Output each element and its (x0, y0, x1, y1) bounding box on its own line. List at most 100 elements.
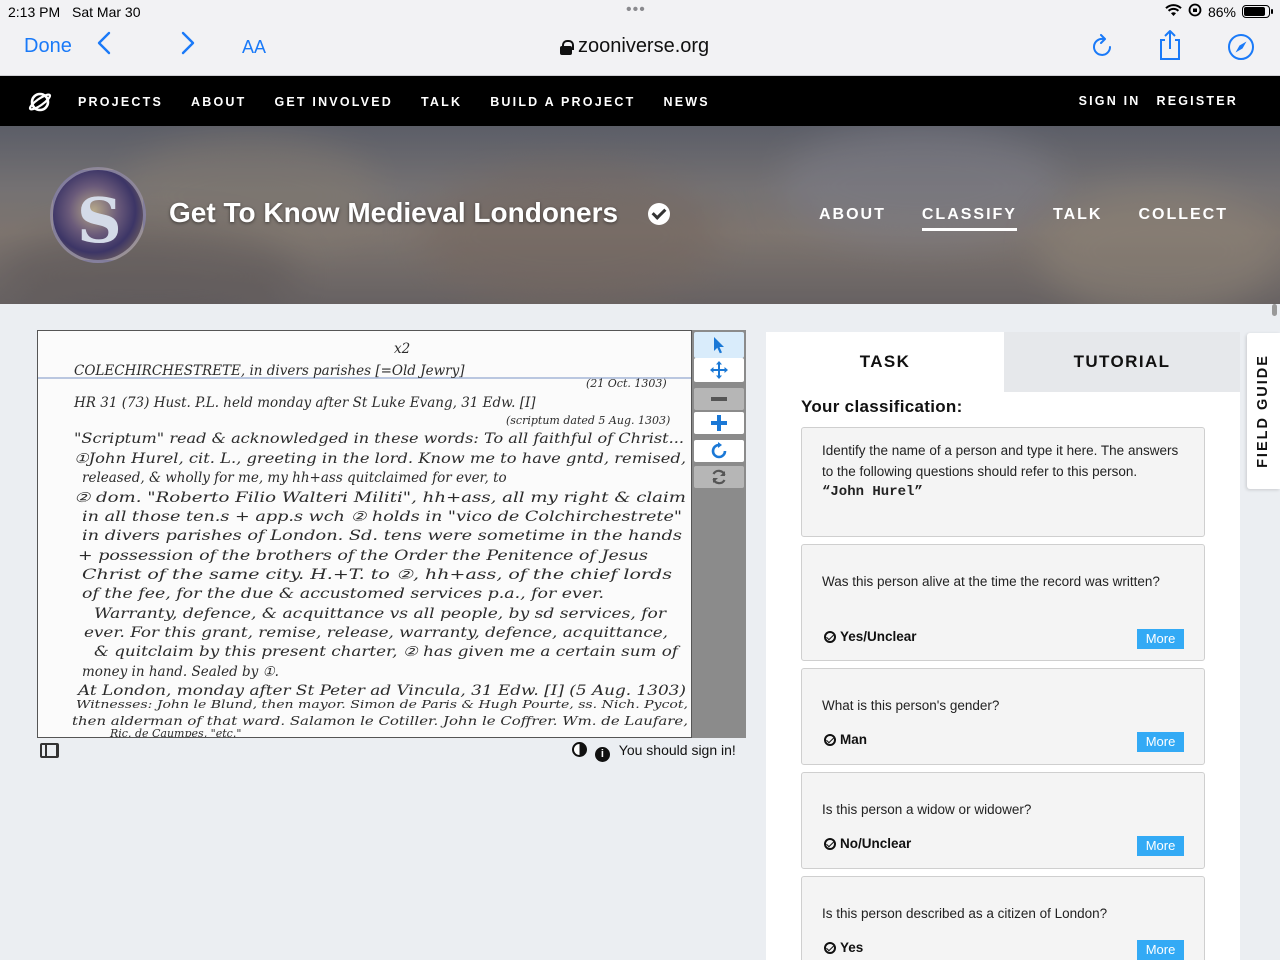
field-guide-label: FIELD GUIDE (1255, 354, 1271, 468)
summary-card: Was this person alive at the time the re… (801, 544, 1205, 661)
project-nav-classify[interactable]: CLASSIFY (921, 206, 1017, 231)
check-circle-icon (824, 630, 836, 643)
status-time: 2:13 PM (8, 4, 61, 20)
ios-status-bar: 2:13 PM Sat Mar 30 ••• 86% (0, 0, 1280, 22)
orientation-lock-icon (1188, 3, 1202, 20)
subject-line: "Scriptum" read & acknowledged in these … (74, 431, 684, 447)
nav-talk[interactable]: TALK (421, 95, 462, 109)
more-button[interactable]: More (1137, 732, 1184, 752)
subject-line: ② dom. "Roberto Filio Walteri Militi", h… (74, 490, 686, 506)
multitask-dots-icon[interactable]: ••• (626, 1, 646, 19)
subject-line: in divers parishes of London. Sd. tens w… (82, 528, 682, 544)
summary-answer: No/Unclear (824, 836, 911, 851)
zoom-in-icon[interactable] (694, 412, 744, 434)
pointer-icon[interactable] (694, 332, 744, 358)
zooniverse-logo-icon[interactable] (28, 90, 52, 119)
compass-icon[interactable] (1227, 33, 1255, 66)
summary-question: Was this person alive at the time the re… (822, 574, 1160, 589)
chevron-left-icon[interactable] (96, 30, 112, 63)
summary-question: Is this person described as a citizen of… (822, 906, 1108, 921)
answer-text: Man (840, 732, 867, 747)
nav-news[interactable]: NEWS (663, 95, 709, 109)
reset-icon[interactable] (694, 466, 744, 488)
nav-about[interactable]: ABOUT (191, 95, 246, 109)
summary-card: Is this person a widow or widower? No/Un… (801, 772, 1205, 869)
more-button[interactable]: More (1137, 629, 1184, 649)
tab-tutorial[interactable]: TUTORIAL (1004, 332, 1240, 392)
handwritten-record: x2 COLECHIRCHESTRETE, in divers parishes… (38, 341, 691, 737)
tab-task[interactable]: TASK (766, 332, 1004, 392)
project-nav-collect[interactable]: COLLECT (1138, 206, 1228, 231)
subject-controls: i You should sign in! (572, 742, 736, 762)
answer-text: No/Unclear (840, 836, 912, 851)
subject-line: HR 31 (73) Hust. P.L. held monday after … (73, 395, 536, 411)
check-circle-icon (824, 941, 836, 954)
reload-icon[interactable] (1091, 34, 1115, 65)
register-link[interactable]: REGISTER (1157, 94, 1239, 108)
text-size-button[interactable]: AA (242, 37, 266, 58)
zoom-out-icon[interactable] (694, 388, 744, 410)
answer-text: Yes/Unclear (840, 629, 917, 644)
subject-line: ①John Hurel, cit. L., greeting in the lo… (74, 451, 686, 467)
subject-line: Witnesses: John le Blund, then mayor. Si… (76, 697, 688, 711)
project-avatar[interactable]: S (50, 167, 146, 263)
info-icon[interactable]: i (594, 747, 610, 762)
classification-panel: TASK TUTORIAL Your classification: Ident… (766, 332, 1240, 960)
subject-line: released, & wholly for me, my hh+ass qui… (82, 470, 507, 486)
subject-line: Christ of the same city. H.+T. to ②, hh+… (82, 567, 672, 583)
subject-line: Warranty, defence, & acquittance vs all … (94, 606, 668, 622)
summary-card: Is this person described as a citizen of… (801, 876, 1205, 960)
film-strip-icon[interactable] (40, 743, 59, 758)
subject-line: x2 (394, 341, 410, 357)
viewer-toolbar (692, 330, 746, 738)
more-button[interactable]: More (1137, 836, 1184, 856)
more-button[interactable]: More (1137, 940, 1184, 960)
answer-text: Yes (840, 940, 864, 955)
subject-line: ever. For this grant, remise, release, w… (84, 625, 668, 641)
verified-badge-icon (648, 203, 670, 225)
browser-toolbar: Done AA zooniverse.org (0, 22, 1280, 76)
summary-answer: “John Hurel” (822, 484, 923, 500)
move-icon[interactable] (694, 358, 744, 382)
nav-get-involved[interactable]: GET INVOLVED (274, 95, 393, 109)
nav-build-a-project[interactable]: BUILD A PROJECT (490, 95, 635, 109)
contrast-icon[interactable] (572, 742, 587, 757)
battery-icon (1242, 5, 1273, 18)
summary-question: Identify the name of a person and type i… (822, 443, 1179, 479)
status-right: 86% (1165, 3, 1273, 20)
subject-image[interactable]: x2 COLECHIRCHESTRETE, in divers parishes… (37, 330, 692, 738)
project-header: S Get To Know Medieval Londoners ABOUT C… (0, 126, 1280, 304)
summary-card: What is this person's gender? Man More (801, 668, 1205, 765)
site-nav: PROJECTS ABOUT GET INVOLVED TALK BUILD A… (0, 76, 1280, 126)
summary-answer: Yes (824, 940, 863, 955)
summary-answer: Man (824, 732, 867, 747)
summary-card: Identify the name of a person and type i… (801, 427, 1205, 537)
battery-percent: 86% (1207, 3, 1236, 20)
url-text: zooniverse.org (578, 35, 710, 57)
nav-projects[interactable]: PROJECTS (78, 95, 163, 109)
sign-in-link[interactable]: SIGN IN (1079, 94, 1141, 108)
classification-heading: Your classification: (801, 397, 963, 416)
page-scrollbar[interactable] (1272, 304, 1277, 316)
panel-tabs: TASK TUTORIAL (766, 332, 1240, 392)
sign-in-notice[interactable]: You should sign in! (619, 742, 736, 758)
lock-icon (560, 39, 574, 55)
address-bar[interactable]: zooniverse.org (560, 35, 709, 58)
check-circle-icon (824, 733, 836, 746)
subject-line: (scriptum dated 5 Aug. 1303) (506, 414, 670, 427)
summary-answer: Yes/Unclear (824, 629, 917, 644)
done-button[interactable]: Done (24, 35, 72, 58)
project-title[interactable]: Get To Know Medieval Londoners (169, 197, 618, 229)
share-icon[interactable] (1157, 29, 1183, 66)
summary-question: Is this person a widow or widower? (822, 802, 1032, 817)
subject-line: money in hand. Sealed by ①. (82, 664, 279, 680)
subject-line: COLECHIRCHESTRETE, in divers parishes [=… (74, 363, 465, 379)
status-date: Sat Mar 30 (72, 4, 141, 20)
project-nav-about[interactable]: ABOUT (819, 206, 886, 231)
rotate-icon[interactable] (694, 440, 744, 462)
project-nav-talk[interactable]: TALK (1053, 206, 1102, 231)
summary-question: What is this person's gender? (822, 698, 1000, 713)
subject-line: (21 Oct. 1303) (586, 377, 667, 390)
chevron-right-icon[interactable] (180, 30, 196, 63)
field-guide-tab[interactable]: FIELD GUIDE (1247, 333, 1280, 489)
